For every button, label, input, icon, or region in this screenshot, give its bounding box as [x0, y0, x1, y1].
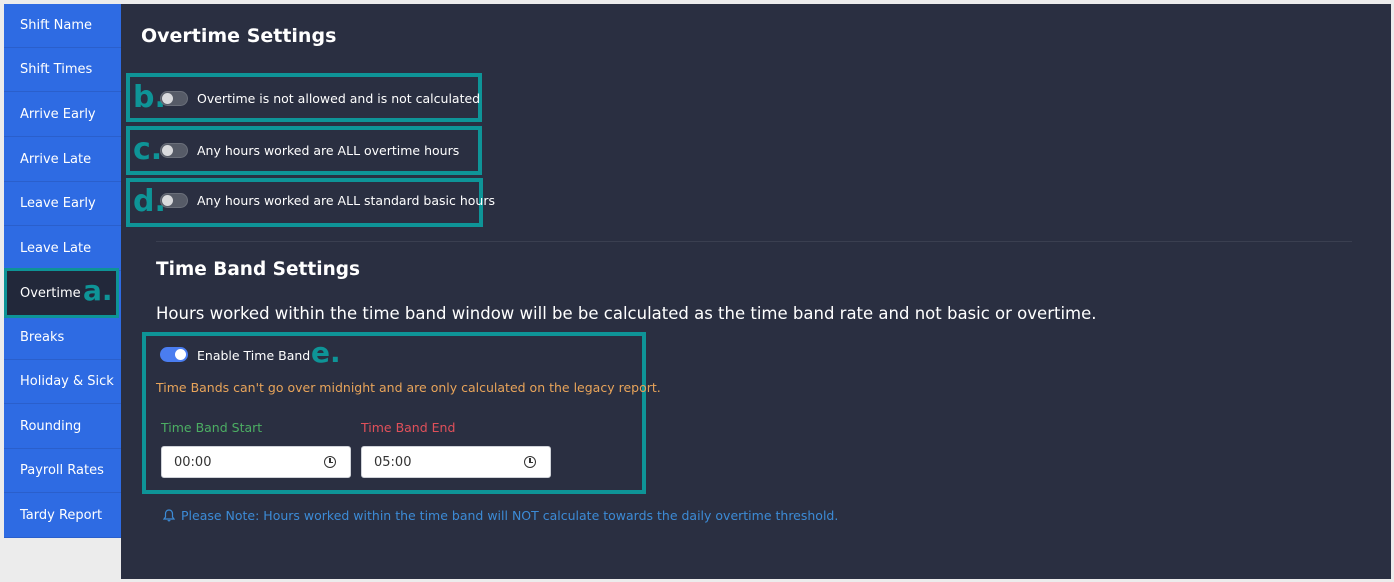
- time-band-note: Please Note: Hours worked within the tim…: [181, 508, 839, 523]
- enable-time-band-toggle[interactable]: [160, 347, 188, 362]
- all-basic-label: Any hours worked are ALL standard basic …: [197, 193, 495, 208]
- toggle-knob: [162, 145, 173, 156]
- all-overtime-toggle[interactable]: [160, 143, 188, 158]
- time-band-description: Hours worked within the time band window…: [156, 304, 1097, 323]
- sidebar-item-label: Arrive Late: [20, 152, 92, 167]
- sidebar-item-leave-late[interactable]: Leave Late: [4, 227, 121, 271]
- callout-label-c: c.: [133, 132, 163, 167]
- sidebar-item-tardy-report[interactable]: Tardy Report: [4, 494, 121, 538]
- callout-label-a: a.: [83, 274, 113, 307]
- all-overtime-label: Any hours worked are ALL overtime hours: [197, 143, 460, 158]
- sidebar-item-label: Leave Early: [20, 196, 96, 211]
- sidebar-item-label: Shift Name: [20, 18, 93, 33]
- clock-icon[interactable]: [524, 456, 536, 468]
- sidebar-item-leave-early[interactable]: Leave Early: [4, 182, 121, 226]
- time-band-end-label: Time Band End: [361, 420, 456, 435]
- app-frame: Shift Name Shift Times Arrive Early Arri…: [0, 0, 1394, 582]
- time-band-warning: Time Bands can't go over midnight and ar…: [156, 380, 661, 395]
- sidebar-item-label: Payroll Rates: [20, 463, 104, 478]
- overtime-settings-title: Overtime Settings: [141, 25, 337, 47]
- sidebar-item-shift-name[interactable]: Shift Name: [4, 4, 121, 48]
- sidebar-item-label: Shift Times: [20, 62, 93, 77]
- sidebar-item-label: Breaks: [20, 330, 65, 345]
- overtime-not-allowed-label: Overtime is not allowed and is not calcu…: [197, 91, 481, 106]
- sidebar-item-label: Holiday & Sick: [20, 374, 114, 389]
- toggle-knob: [162, 195, 173, 206]
- sidebar-item-label: Overtime: [20, 285, 81, 301]
- section-divider: [156, 241, 1352, 242]
- sidebar: Shift Name Shift Times Arrive Early Arri…: [4, 4, 121, 538]
- toggle-knob: [162, 93, 173, 104]
- sidebar-item-arrive-late[interactable]: Arrive Late: [4, 138, 121, 182]
- time-band-settings-title: Time Band Settings: [156, 259, 360, 280]
- sidebar-item-label: Leave Late: [20, 241, 92, 256]
- sidebar-item-overtime[interactable]: Overtime a.: [4, 268, 119, 318]
- callout-label-e: e.: [311, 336, 341, 369]
- toggle-knob: [175, 349, 186, 360]
- sidebar-item-label: Rounding: [20, 419, 82, 434]
- all-basic-toggle[interactable]: [160, 193, 188, 208]
- sidebar-item-label: Arrive Early: [20, 107, 96, 122]
- sidebar-item-rounding[interactable]: Rounding: [4, 405, 121, 449]
- sidebar-item-holiday-sick[interactable]: Holiday & Sick: [4, 360, 121, 404]
- time-band-end-input[interactable]: 05:00: [361, 446, 551, 478]
- enable-time-band-label: Enable Time Band: [197, 348, 311, 363]
- bell-icon: [163, 509, 175, 522]
- sidebar-item-breaks[interactable]: Breaks: [4, 316, 121, 360]
- time-band-start-value: 00:00: [174, 454, 212, 470]
- time-band-start-input[interactable]: 00:00: [161, 446, 351, 478]
- sidebar-item-shift-times[interactable]: Shift Times: [4, 48, 121, 92]
- sidebar-item-label: Tardy Report: [20, 508, 103, 523]
- time-band-start-label: Time Band Start: [161, 420, 263, 435]
- sidebar-item-arrive-early[interactable]: Arrive Early: [4, 93, 121, 137]
- sidebar-item-payroll-rates[interactable]: Payroll Rates: [4, 449, 121, 493]
- overtime-not-allowed-toggle[interactable]: [160, 91, 188, 106]
- clock-icon[interactable]: [324, 456, 336, 468]
- time-band-end-value: 05:00: [374, 454, 412, 470]
